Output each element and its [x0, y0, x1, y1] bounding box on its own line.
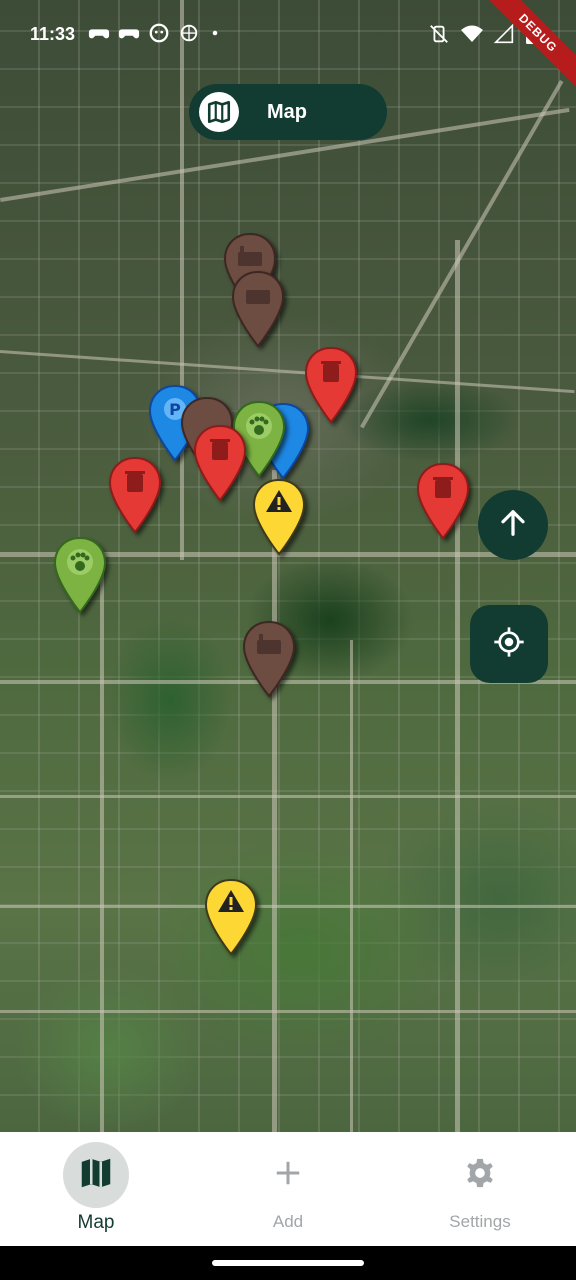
map-road	[0, 1010, 576, 1013]
page-title: Map	[267, 100, 307, 123]
map-marker-factory[interactable]	[242, 620, 296, 698]
map-marker-factory[interactable]	[231, 270, 285, 348]
crosshair-icon	[178, 22, 200, 49]
status-left-icons	[88, 22, 222, 49]
map-marker-paw[interactable]	[53, 536, 107, 614]
nav-icon-wrap	[255, 1142, 321, 1208]
map-marker-warning[interactable]	[204, 878, 258, 956]
nav-item-settings[interactable]: Settings	[384, 1132, 576, 1246]
my-location-icon	[493, 626, 525, 663]
map-road	[360, 80, 564, 429]
satellite-map[interactable]: P	[0, 0, 576, 1132]
dot-icon	[208, 22, 222, 49]
map-road	[455, 240, 460, 1132]
nav-label-add: Add	[272, 1212, 304, 1231]
arrow-up-icon	[498, 508, 528, 543]
plus-icon	[273, 1158, 303, 1193]
status-bar: 11:33 DEBUG	[0, 0, 576, 98]
map-marker-trash[interactable]	[416, 462, 470, 540]
bottom-navigation: Map Add Settings	[0, 1132, 576, 1246]
face-icon	[148, 22, 170, 49]
wifi-icon	[460, 22, 484, 51]
home-indicator[interactable]	[212, 1260, 364, 1266]
gear-icon	[463, 1156, 497, 1195]
map-marker-trash[interactable]	[193, 424, 247, 502]
scroll-up-button[interactable]	[478, 490, 548, 560]
map-road	[272, 470, 277, 1132]
gamepad-icon	[88, 22, 110, 49]
nav-item-map[interactable]: Map	[0, 1132, 192, 1246]
map-road	[350, 640, 353, 1132]
map-icon	[199, 92, 239, 132]
map-road	[0, 795, 576, 798]
my-location-button[interactable]	[470, 605, 548, 683]
nav-label-map: Map	[77, 1212, 115, 1233]
nav-icon-wrap	[447, 1142, 513, 1208]
map-title-pill: Map	[189, 84, 387, 140]
gamepad-icon	[118, 22, 140, 49]
map-marker-warning[interactable]	[252, 478, 306, 556]
system-navigation-bar	[0, 1246, 576, 1280]
nav-active-indicator	[63, 1142, 129, 1208]
nav-item-add[interactable]: Add	[192, 1132, 384, 1246]
map-road	[0, 350, 575, 394]
signal-icon	[493, 22, 514, 51]
map-road	[100, 560, 104, 1132]
status-time: 11:33	[30, 24, 76, 44]
vibrate-off-icon	[428, 22, 450, 51]
map-road	[0, 905, 576, 908]
map-marker-trash[interactable]	[304, 346, 358, 424]
map-road	[180, 0, 184, 560]
nav-label-settings: Settings	[449, 1212, 511, 1231]
map-marker-trash[interactable]	[108, 456, 162, 534]
map-icon	[77, 1154, 115, 1197]
